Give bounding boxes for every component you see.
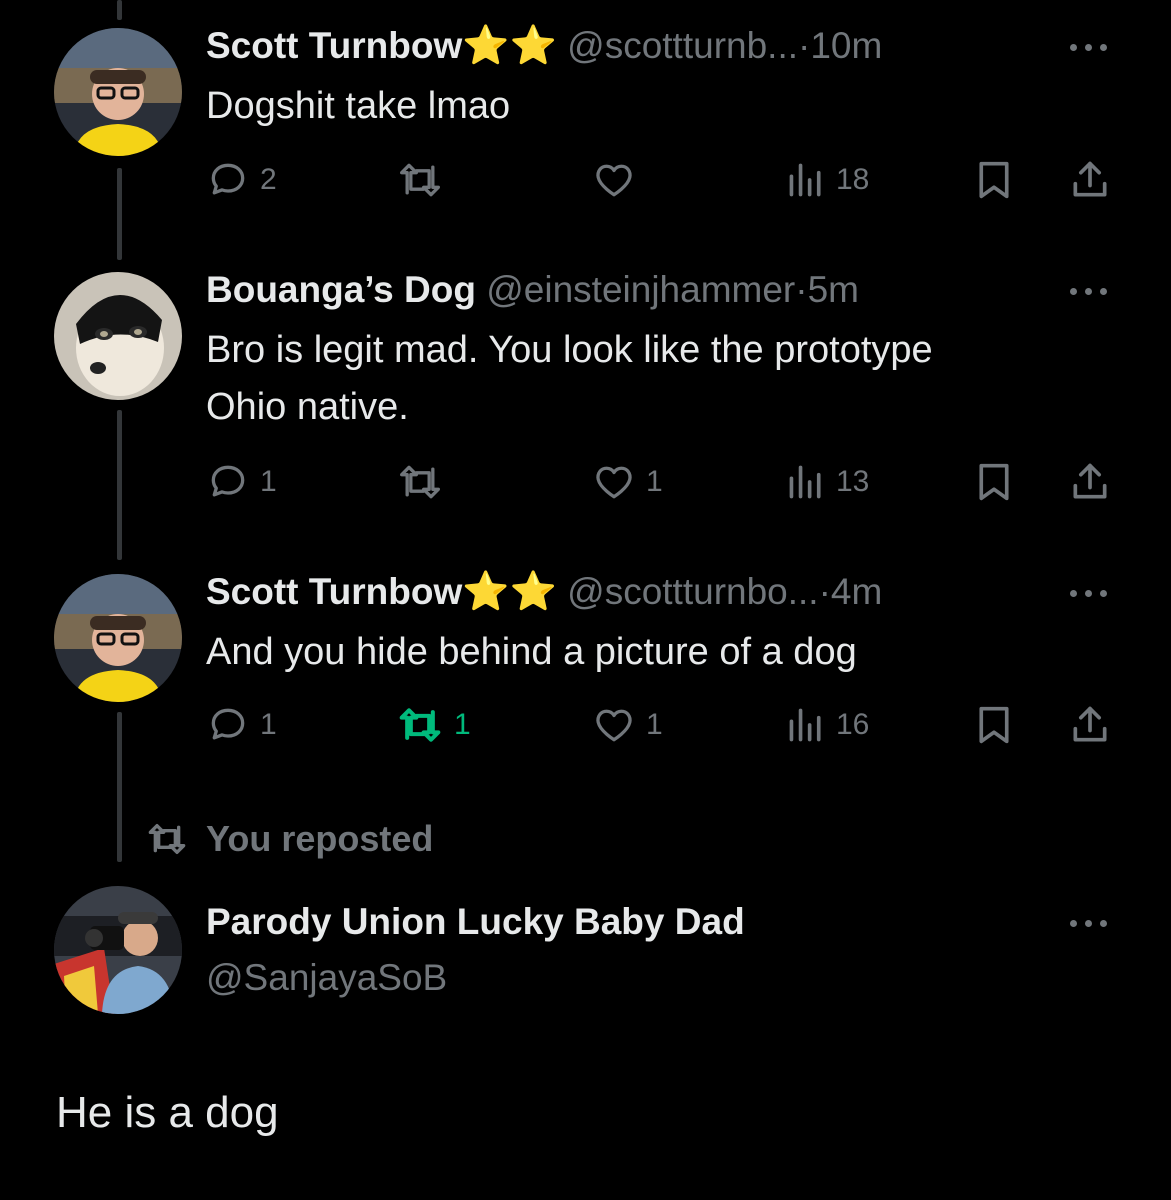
author-handle[interactable]: @SanjayaSoB (206, 957, 447, 998)
like-count: 1 (646, 465, 663, 498)
bookmark-icon (979, 706, 1009, 744)
thread-line (117, 0, 122, 20)
thread-line (117, 168, 122, 260)
tweet-text: He is a dog (56, 1088, 279, 1137)
timestamp[interactable]: 10m (810, 25, 882, 66)
views-button[interactable]: 18 (786, 158, 869, 202)
tweet-header: Parody Union Lucky Baby Dad (206, 900, 745, 944)
timestamp[interactable]: 4m (831, 571, 882, 612)
reply-count: 1 (260, 708, 277, 741)
tweet-text-line: Bro is legit mad. You look like the prot… (206, 329, 933, 371)
repost-label[interactable]: You reposted (206, 818, 433, 860)
bookmark-button[interactable] (974, 158, 1014, 202)
views-count: 13 (836, 465, 870, 498)
like-button[interactable] (592, 158, 636, 202)
tweet-actions: 2 18 (206, 158, 1116, 202)
avatar[interactable] (54, 886, 182, 1014)
heart-icon (596, 709, 632, 742)
views-count: 18 (836, 163, 870, 196)
avatar[interactable] (54, 574, 182, 702)
share-icon (1073, 161, 1107, 197)
repost-button[interactable]: 1 (396, 703, 471, 747)
repost-icon (399, 708, 441, 742)
tweet-actions: 1 1 13 (206, 460, 1116, 504)
share-button[interactable] (1068, 158, 1112, 202)
separator-dot: · (818, 571, 831, 612)
tweet-text: Dogshit take lmao (206, 85, 511, 127)
share-icon (1073, 463, 1107, 499)
repost-context: You reposted (144, 818, 433, 860)
reply-button[interactable]: 1 (206, 460, 277, 504)
thread-line (117, 712, 122, 862)
like-button[interactable]: 1 (592, 460, 663, 504)
reply-icon (211, 163, 245, 195)
avatar[interactable] (54, 272, 182, 400)
like-button[interactable]: 1 (592, 703, 663, 747)
tweet-text-line: Ohio native. (206, 386, 409, 428)
thread-line (117, 410, 122, 560)
share-button[interactable] (1068, 703, 1112, 747)
star-badge-icon: ⭐⭐ (462, 571, 557, 613)
views-button[interactable]: 13 (786, 460, 869, 504)
reply-button[interactable]: 2 (206, 158, 277, 202)
bookmark-button[interactable] (974, 703, 1014, 747)
repost-icon (400, 163, 440, 197)
repost-button[interactable] (396, 158, 444, 202)
tweet-header: Bouanga’s Dog @einsteinjhammer·5m (206, 268, 859, 312)
like-count: 1 (646, 708, 663, 741)
avatar[interactable] (54, 28, 182, 156)
share-button[interactable] (1068, 460, 1112, 504)
bookmark-button[interactable] (974, 460, 1014, 504)
more-options-icon[interactable] (1070, 282, 1114, 302)
separator-dot: · (798, 25, 811, 66)
views-button[interactable]: 16 (786, 703, 869, 747)
author-name[interactable]: Bouanga’s Dog (206, 269, 476, 310)
author-handle[interactable]: @einsteinjhammer (486, 269, 795, 310)
separator-dot: · (795, 269, 808, 310)
author-name[interactable]: Scott Turnbow (206, 25, 462, 66)
repost-icon (400, 465, 440, 499)
repost-icon (148, 824, 186, 854)
tweet-text: And you hide behind a picture of a dog (206, 631, 857, 673)
views-count: 16 (836, 708, 870, 741)
more-options-icon[interactable] (1070, 584, 1114, 604)
heart-icon (596, 466, 632, 499)
reply-icon (211, 708, 245, 740)
timestamp[interactable]: 5m (808, 269, 859, 310)
reply-count: 1 (260, 465, 277, 498)
author-name[interactable]: Parody Union Lucky Baby Dad (206, 901, 745, 942)
analytics-icon (789, 163, 821, 197)
tweet-header: Scott Turnbow⭐⭐ @scottturnb...·10m (206, 24, 882, 68)
author-handle[interactable]: @scottturnb... (567, 25, 798, 66)
tweet-text: Bro is legit mad. You look like the prot… (206, 322, 1106, 436)
more-options-icon[interactable] (1070, 38, 1114, 58)
more-options-icon[interactable] (1070, 914, 1114, 934)
author-handle-row: @SanjayaSoB (206, 956, 447, 1000)
repost-button[interactable] (396, 460, 444, 504)
bookmark-icon (979, 161, 1009, 199)
analytics-icon (789, 465, 821, 499)
repost-count: 1 (454, 708, 471, 741)
author-handle[interactable]: @scottturnbo... (567, 571, 818, 612)
star-badge-icon: ⭐⭐ (462, 25, 557, 67)
tweet-actions: 1 1 1 16 (206, 703, 1116, 747)
reply-count: 2 (260, 163, 277, 196)
author-name[interactable]: Scott Turnbow (206, 571, 462, 612)
reply-button[interactable]: 1 (206, 703, 277, 747)
reply-icon (211, 465, 245, 497)
analytics-icon (789, 708, 821, 742)
tweet-header: Scott Turnbow⭐⭐ @scottturnbo...·4m (206, 570, 882, 614)
heart-icon (596, 164, 632, 197)
share-icon (1073, 706, 1107, 742)
bookmark-icon (979, 463, 1009, 501)
